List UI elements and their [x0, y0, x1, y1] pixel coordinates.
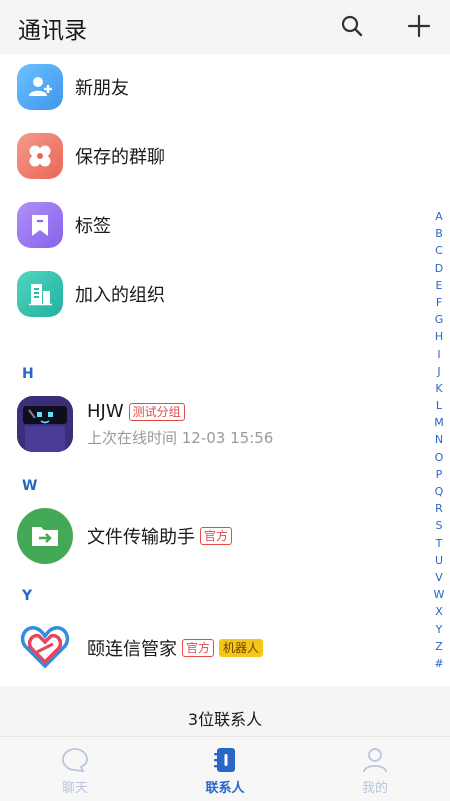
- alphabet-index-letter[interactable]: V: [430, 569, 448, 586]
- contact-name: 文件传输助手: [87, 527, 195, 548]
- alphabet-index-letter[interactable]: F: [430, 294, 448, 311]
- tab-label: 我的: [361, 781, 388, 796]
- alphabet-index-letter[interactable]: G: [430, 311, 448, 328]
- menu-item-label: 加入的组织: [75, 285, 165, 306]
- tab-label: 聊天: [61, 781, 88, 796]
- contacts-book-icon: [214, 748, 235, 772]
- menu-item-organizations[interactable]: 加入的组织: [0, 261, 420, 327]
- robot-tag: 机器人: [219, 639, 264, 657]
- contact-name-row: 颐连信管家 官方 机器人: [87, 635, 264, 661]
- menu-item-saved-groups[interactable]: 保存的群聊: [0, 123, 420, 189]
- folder-arrow-icon: [32, 527, 58, 546]
- last-online-status: 上次在线时间 12-03 15:56: [87, 429, 274, 447]
- profile-icon: [363, 748, 387, 773]
- alphabet-index-letter[interactable]: E: [430, 277, 448, 294]
- alphabet-index-letter[interactable]: Z: [430, 638, 448, 655]
- alphabet-index-letter[interactable]: A: [430, 208, 448, 225]
- tab-chat[interactable]: 聊天: [0, 737, 150, 801]
- plus-icon: [407, 14, 431, 38]
- alphabet-index-letter[interactable]: J: [430, 363, 448, 380]
- search-button[interactable]: [338, 12, 366, 40]
- tab-contacts[interactable]: 联系人: [150, 737, 300, 801]
- tag-icon: [17, 202, 63, 248]
- alphabet-index-letter[interactable]: S: [430, 517, 448, 534]
- menu-item-new-friends[interactable]: 新朋友: [0, 54, 420, 120]
- alphabet-index-letter[interactable]: N: [430, 431, 448, 448]
- alphabet-index-letter[interactable]: U: [430, 552, 448, 569]
- alphabet-index-letter[interactable]: T: [430, 535, 448, 552]
- tab-profile[interactable]: 我的: [300, 737, 450, 801]
- alphabet-index-letter[interactable]: W: [430, 586, 448, 603]
- section-letter-h: H: [22, 366, 34, 382]
- add-user-icon: [17, 64, 63, 110]
- section-letter-w: W: [22, 478, 38, 494]
- alphabet-index-letter[interactable]: M: [430, 414, 448, 431]
- assistant-avatar: [17, 618, 73, 674]
- organization-icon: [17, 271, 63, 317]
- contact-name: HJW: [87, 401, 124, 422]
- official-tag: 官方: [200, 527, 233, 545]
- alphabet-index-letter[interactable]: P: [430, 466, 448, 483]
- contact-item-file-transfer[interactable]: 文件传输助手 官方: [0, 501, 420, 569]
- tab-label: 联系人: [205, 781, 245, 796]
- alphabet-index-letter[interactable]: O: [430, 449, 448, 466]
- contact-item-assistant[interactable]: 颐连信管家 官方 机器人: [0, 611, 420, 679]
- alphabet-index-letter[interactable]: Y: [430, 621, 448, 638]
- menu-item-label: 新朋友: [75, 78, 129, 99]
- contact-count: 3位联系人: [187, 710, 263, 729]
- menu-item-label: 标签: [75, 216, 111, 237]
- avatar: [17, 396, 73, 452]
- contact-name-row: HJW 测试分组: [87, 401, 185, 422]
- heart-logo-icon: [20, 626, 70, 669]
- alphabet-index-letter[interactable]: K: [430, 380, 448, 397]
- alphabet-index-letter[interactable]: H: [430, 328, 448, 345]
- group-chat-icon: [17, 133, 63, 179]
- chat-bubble-icon: [62, 748, 88, 773]
- bottom-tab-bar: 聊天 联系人 我的: [0, 736, 450, 801]
- top-bar: 通讯录: [0, 0, 450, 54]
- alphabet-index-letter[interactable]: #: [430, 655, 448, 672]
- contact-item-hjw[interactable]: HJW 测试分组 上次在线时间 12-03 15:56: [0, 389, 420, 457]
- section-letter-y: Y: [22, 588, 33, 604]
- alphabet-index-letter[interactable]: B: [430, 225, 448, 242]
- contact-name: 颐连信管家: [87, 639, 177, 660]
- add-button[interactable]: [405, 12, 433, 40]
- alphabet-index-letter[interactable]: R: [430, 500, 448, 517]
- alphabet-index-letter[interactable]: C: [430, 242, 448, 259]
- page-title: 通讯录: [18, 18, 87, 44]
- search-icon: [341, 15, 363, 37]
- alphabet-index-letter[interactable]: D: [430, 260, 448, 277]
- group-tag: 测试分组: [128, 402, 185, 421]
- contact-name-row: 文件传输助手 官方: [87, 523, 233, 549]
- official-tag: 官方: [182, 639, 215, 657]
- alphabet-index-letter[interactable]: I: [430, 346, 448, 363]
- file-transfer-avatar: [17, 508, 73, 564]
- alphabet-index-letter[interactable]: Q: [430, 483, 448, 500]
- alphabet-index[interactable]: A B C D E F G H I J K L M N O P Q R S T U V W X Y Z #: [430, 208, 448, 672]
- alphabet-index-letter[interactable]: L: [430, 397, 448, 414]
- alphabet-index-letter[interactable]: X: [430, 603, 448, 620]
- menu-item-tags[interactable]: 标签: [0, 192, 420, 258]
- menu-item-label: 保存的群聊: [75, 147, 165, 168]
